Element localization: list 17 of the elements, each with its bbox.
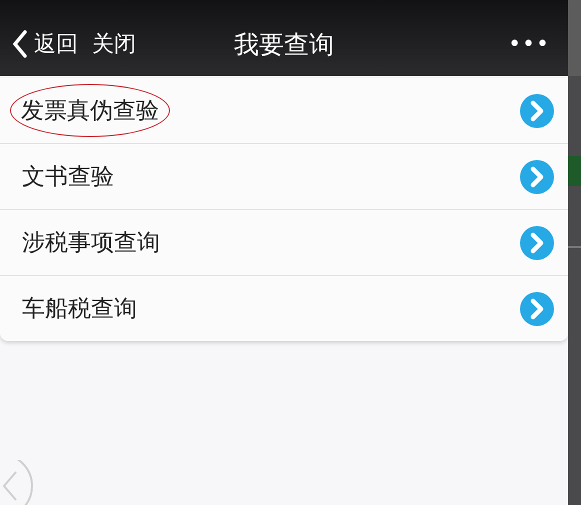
chevron-right-icon [520,160,554,194]
menu-item-label: 文书查验 [22,163,114,192]
close-button[interactable]: 关闭 [92,29,136,59]
menu-item-label: 发票真伪查验 [10,84,170,137]
back-button[interactable]: 返回 [12,29,78,59]
more-button[interactable]: ••• [508,32,550,56]
chevron-right-icon [520,226,554,260]
menu-item-label: 涉税事项查询 [22,229,160,258]
chevron-right-icon [520,292,554,326]
menu-item-label: 车船税查询 [22,295,137,324]
menu-item[interactable]: 车船税查询 [0,276,568,341]
page-title: 我要查询 [233,28,335,60]
menu-item[interactable]: 发票真伪查验 [0,78,568,144]
menu-item[interactable]: 涉税事项查询 [0,210,568,276]
menu-item[interactable]: 文书查验 [0,144,568,210]
chevron-right-icon [520,94,554,128]
chevron-left-icon [12,30,28,58]
